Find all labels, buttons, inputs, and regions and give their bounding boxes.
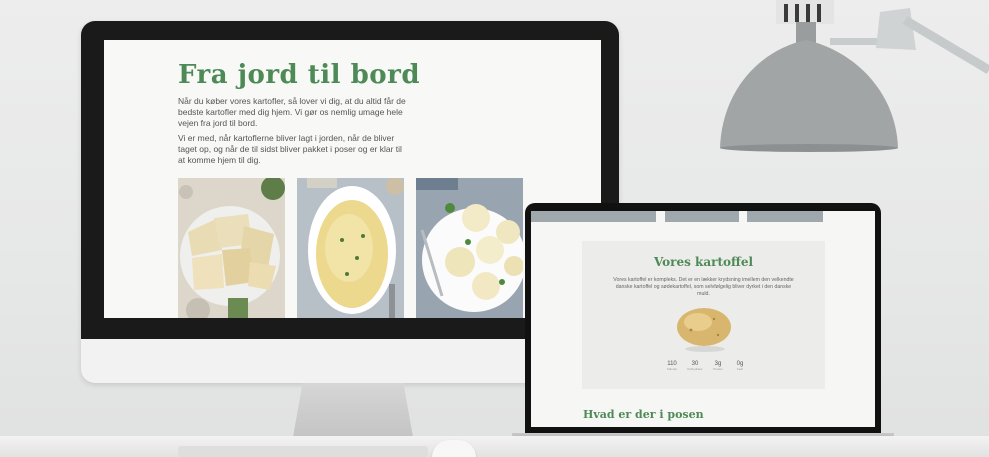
stat-fat: 0g Fedt bbox=[730, 361, 750, 371]
stat-label: Protein bbox=[713, 367, 723, 371]
potato-image bbox=[677, 308, 731, 352]
potato-dumplings-photo bbox=[416, 178, 523, 318]
photo-strip bbox=[665, 211, 739, 222]
stat-label: Fedt bbox=[736, 367, 743, 371]
imac-stand bbox=[293, 383, 413, 437]
stat-calories: 110 Kalorier bbox=[662, 361, 682, 371]
desk-lamp bbox=[720, 0, 989, 152]
photo-strip bbox=[747, 211, 823, 222]
photo-strip bbox=[531, 211, 656, 222]
keyboard bbox=[178, 446, 428, 457]
stat-protein: 3g Protein bbox=[708, 361, 728, 371]
stat-label: Kulhydrater bbox=[687, 367, 703, 371]
card-text: Vores kartoffel er kompleks. Det er en l… bbox=[613, 277, 794, 297]
section-heading: Hvad er der i posen bbox=[583, 408, 704, 421]
desk-surface bbox=[0, 436, 989, 457]
mouse bbox=[432, 440, 476, 457]
stat-carbs: 30 Kulhydrater bbox=[685, 361, 705, 371]
intro-paragraph-2: Vi er med, når kartoflerne bliver lagt i… bbox=[178, 133, 402, 165]
boiled-potatoes-photo bbox=[178, 178, 285, 318]
stat-label: Kalorier bbox=[666, 367, 678, 371]
laptop-screen: Vores kartoffel Vores kartoffel er kompl… bbox=[531, 211, 875, 427]
intro-paragraph: Når du køber vores kartofler, så lover v… bbox=[178, 96, 406, 128]
page-title: Fra jord til bord bbox=[178, 60, 420, 90]
potato-info-card: Vores kartoffel Vores kartoffel er kompl… bbox=[582, 241, 825, 389]
nutrition-stats: 110 Kalorier 30 Kulhydrater 3g Protein 0… bbox=[662, 361, 752, 377]
card-title: Vores kartoffel bbox=[653, 255, 754, 269]
mashed-potatoes-photo bbox=[297, 178, 404, 318]
